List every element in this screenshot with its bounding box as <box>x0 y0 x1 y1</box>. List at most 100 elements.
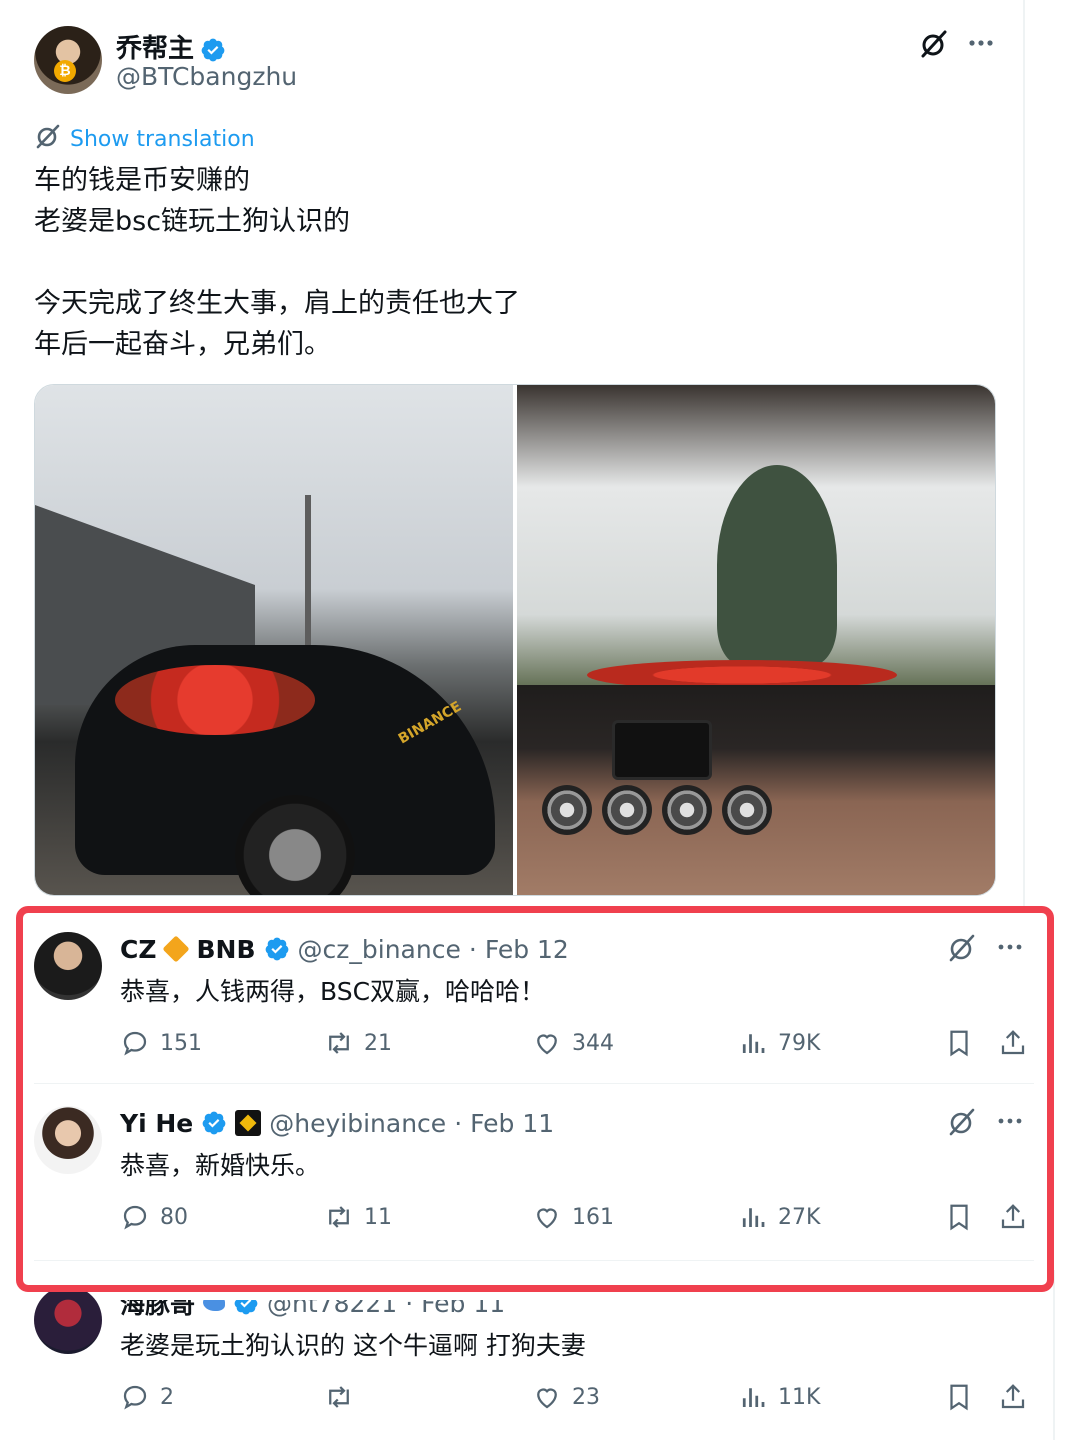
reply-icon <box>123 1205 147 1230</box>
share-button[interactable] <box>998 1202 1028 1232</box>
views-icon <box>742 1388 765 1407</box>
like-count: 344 <box>572 1030 614 1056</box>
share-button[interactable] <box>998 1028 1028 1058</box>
grok-icon[interactable] <box>918 28 950 60</box>
author-name-row[interactable]: 乔帮主 <box>116 28 226 65</box>
reply-author-name-suffix[interactable]: BNB <box>196 935 255 964</box>
reply-handle[interactable]: @ht78221 <box>267 1300 397 1318</box>
repost-icon <box>329 1386 349 1408</box>
view-count: 11K <box>778 1384 821 1410</box>
reply-tweet[interactable]: CZ BNB @cz_binance · Feb 12 恭喜，人钱两得，BSC双… <box>34 932 1034 1072</box>
dolphin-emoji-icon <box>203 1300 226 1311</box>
bnb-diamond-icon <box>162 935 191 963</box>
view-count: 27K <box>778 1204 821 1230</box>
share-icon <box>1001 1030 1025 1055</box>
reply-tweet[interactable]: 海豚哥 @ht78221 · Feb 11 老婆是玩土狗认识的 这个牛逼啊 打狗… <box>34 1286 1034 1426</box>
more-icon[interactable] <box>994 932 1026 962</box>
repost-button[interactable]: 11 <box>324 1202 392 1232</box>
author-avatar[interactable]: ₿ <box>34 26 102 94</box>
reply-header: 海豚哥 @ht78221 · Feb 11 <box>120 1288 505 1320</box>
show-translation-link[interactable]: Show translation <box>34 122 255 156</box>
tweet-text: 车的钱是币安赚的 老婆是bsc链玩土狗认识的 今天完成了终生大事，肩上的责任也大… <box>34 165 520 360</box>
reply-author-name[interactable]: 海豚哥 <box>120 1300 195 1320</box>
grok-icon[interactable] <box>946 1106 978 1138</box>
tweet-media[interactable]: BINANCE <box>34 384 996 896</box>
reply-date[interactable]: Feb 11 <box>470 1109 554 1138</box>
reply-button[interactable]: 2 <box>120 1382 174 1412</box>
views-button[interactable]: 79K <box>738 1028 820 1058</box>
reply-header: CZ BNB @cz_binance · Feb 12 <box>120 932 569 966</box>
reply-handle[interactable]: @heyibinance <box>269 1109 446 1138</box>
author-handle[interactable]: @BTCbangzhu <box>116 62 297 91</box>
repost-icon <box>329 1032 349 1054</box>
reply-author-name[interactable]: CZ <box>120 935 156 964</box>
reply-divider <box>34 1260 1034 1261</box>
air-vent <box>722 785 772 835</box>
separator-dot: · <box>468 934 477 964</box>
like-icon <box>537 1388 557 1409</box>
bitcoin-coin-icon: ₿ <box>54 60 76 82</box>
show-translation-label: Show translation <box>70 126 255 152</box>
bookmark-button[interactable] <box>944 1382 974 1412</box>
reply-text: 恭喜，新婚快乐。 <box>120 1151 321 1180</box>
like-button[interactable]: 344 <box>532 1028 614 1058</box>
trees-shape <box>717 465 837 665</box>
share-icon <box>1001 1384 1025 1409</box>
verified-badge-icon <box>233 1300 259 1316</box>
car-interior-photo[interactable] <box>517 385 995 895</box>
utility-pole <box>305 495 311 645</box>
separator-dot: · <box>405 1288 414 1318</box>
infotainment-screen <box>612 720 712 780</box>
reply-avatar[interactable] <box>34 1106 102 1174</box>
author-name[interactable]: 乔帮主 <box>116 34 194 64</box>
repost-count: 11 <box>364 1204 392 1230</box>
bookmark-icon <box>950 1204 968 1231</box>
share-button[interactable] <box>998 1382 1028 1412</box>
reply-button[interactable]: 80 <box>120 1202 188 1232</box>
reply-actions: 151 21 344 79K <box>120 1028 1026 1062</box>
reply-header: Yi He @heyibinance · Feb 11 <box>120 1106 554 1140</box>
air-vent <box>602 785 652 835</box>
reply-avatar[interactable] <box>34 932 102 1000</box>
verified-badge-icon <box>264 936 290 962</box>
reply-button[interactable]: 151 <box>120 1028 202 1058</box>
like-button[interactable]: 23 <box>532 1382 600 1412</box>
reply-divider <box>34 1083 1034 1084</box>
reply-avatar[interactable] <box>34 1286 102 1354</box>
timeline-border <box>1053 1270 1055 1440</box>
repost-button[interactable] <box>324 1382 364 1412</box>
like-button[interactable]: 161 <box>532 1202 614 1232</box>
reply-actions: 80 11 161 27K <box>120 1202 1026 1236</box>
reply-count: 80 <box>160 1204 188 1230</box>
translate-icon <box>34 122 62 156</box>
reply-date[interactable]: Feb 11 <box>421 1300 505 1318</box>
reply-text: 老婆是玩土狗认识的 这个牛逼啊 打狗夫妻 <box>120 1331 586 1360</box>
bookmark-icon <box>950 1384 968 1411</box>
reply-date[interactable]: Feb 12 <box>485 935 569 964</box>
repost-button[interactable]: 21 <box>324 1028 392 1058</box>
views-button[interactable]: 27K <box>738 1202 820 1232</box>
reply-author-name[interactable]: Yi He <box>120 1109 193 1138</box>
bookmark-icon <box>950 1030 968 1057</box>
reply-actions: 2 23 11K <box>120 1382 1026 1416</box>
grok-icon[interactable] <box>946 932 978 964</box>
views-icon <box>742 1208 765 1227</box>
views-icon <box>742 1034 765 1053</box>
timeline-border <box>1023 0 1025 910</box>
reply-count: 151 <box>160 1030 202 1056</box>
bookmark-button[interactable] <box>944 1028 974 1058</box>
separator-dot: · <box>454 1108 463 1138</box>
more-icon[interactable] <box>966 28 996 58</box>
reply-tweet[interactable]: Yi He @heyibinance · Feb 11 恭喜，新婚快乐。 80 … <box>34 1106 1034 1246</box>
views-button[interactable]: 11K <box>738 1382 820 1412</box>
repost-icon <box>329 1206 349 1228</box>
more-icon[interactable] <box>994 1106 1026 1136</box>
verified-badge-icon <box>201 1110 227 1136</box>
flower-arrangement <box>115 665 315 735</box>
reply-count: 2 <box>160 1384 174 1410</box>
like-icon <box>537 1034 557 1055</box>
reply-handle[interactable]: @cz_binance <box>298 935 461 964</box>
binance-affiliate-badge-icon <box>235 1110 262 1136</box>
bookmark-button[interactable] <box>944 1202 974 1232</box>
wedding-car-photo[interactable]: BINANCE <box>35 385 513 895</box>
